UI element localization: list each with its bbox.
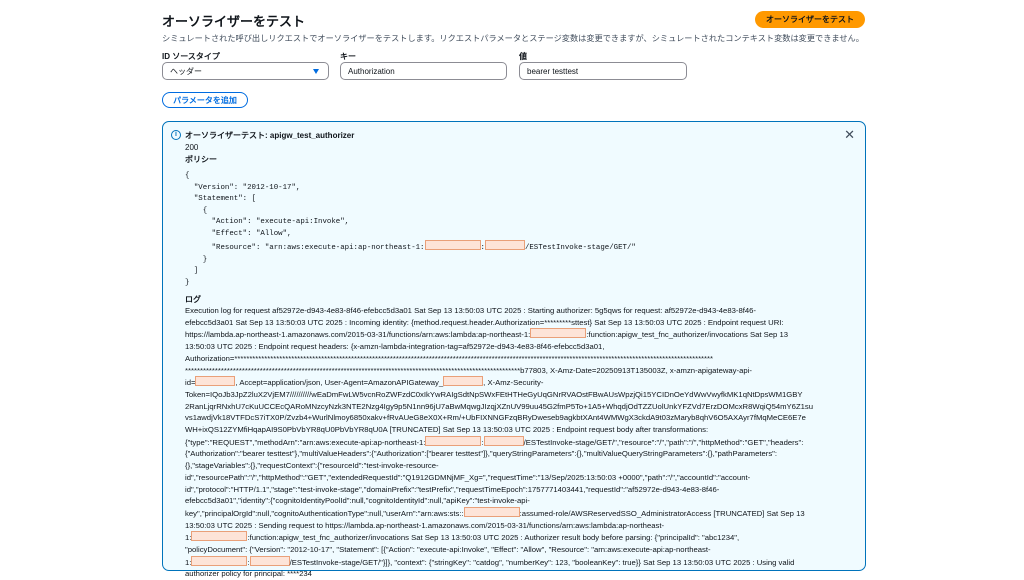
log-line: efebcc5d3a01","identity":{"cognitoIdenti…	[185, 496, 530, 506]
value-input[interactable]: bearer testtest	[519, 62, 687, 80]
page-title: オーソライザーをテスト	[162, 14, 306, 29]
test-result-panel: i オーソライザーテスト: apigw_test_authorizer 200 …	[162, 121, 866, 578]
redacted-block	[425, 435, 482, 446]
redacted-block	[191, 531, 248, 542]
policy-line: {	[185, 206, 208, 215]
test-authorizer-button[interactable]: オーソライザーをテスト	[755, 11, 865, 28]
key-input[interactable]: Authorization	[340, 62, 507, 80]
log-line: vs1awdjVk18VTFDcS7iTX0P/Zvzb4+WurlNlmoy6…	[185, 413, 806, 423]
policy-line: }	[185, 255, 208, 264]
log-line: 13:50:03 UTC 2025 : Endpoint request hea…	[185, 342, 605, 352]
log-line: 1::/ESTestInvoke-stage/GET/"}]}, "contex…	[185, 555, 795, 567]
value-label: 値	[519, 52, 527, 61]
log-line: id","protocol":"HTTP/1.1","stage":"test-…	[185, 484, 720, 494]
info-icon: i	[171, 130, 181, 140]
redacted-block	[443, 376, 484, 387]
log-line: "policyDocument": {"Version": "2012-10-1…	[185, 545, 711, 555]
policy-line: "Version": "2012-10-17",	[185, 183, 301, 192]
policy-line: ]	[185, 267, 199, 275]
execution-log: Execution log for request af52972e-d943-…	[185, 305, 829, 580]
policy-json: { "Version": "2012-10-17", "Statement": …	[185, 172, 636, 287]
log-line: 1::function:apigw_test_fnc_authorizer/in…	[185, 531, 740, 543]
log-line: id=, Accept=application/json, User-Agent…	[185, 376, 544, 388]
log-line: {"type":"REQUEST","methodArn":"arn:aws:e…	[185, 435, 804, 447]
policy-line: "Action": "execute-api:Invoke",	[185, 218, 350, 226]
policy-line: }	[185, 278, 190, 287]
source-type-value: ヘッダー	[170, 66, 202, 76]
log-line: authorizer policy for principal: ****234	[185, 569, 312, 579]
log-line: id","resourcePath":"/","httpMethod":"GET…	[185, 472, 751, 482]
log-line: 2RanLjqrRNxhU7cKuUCCEcQARoMNzcyNzk3NTE2N…	[185, 401, 814, 411]
policy-line: "Statement": [	[185, 195, 256, 203]
result-status-code: 200	[185, 143, 199, 152]
redacted-block	[484, 240, 525, 250]
page-description: シミュレートされた呼び出しリクエストでオーソライザーをテストします。リクエストパ…	[162, 34, 864, 43]
key-label: キー	[340, 52, 356, 61]
policy-line: /ESTestInvoke-stage/GET/"	[524, 244, 636, 252]
source-type-select[interactable]: ヘッダー	[162, 62, 329, 80]
log-line: Execution log for request af52972e-d943-…	[185, 306, 756, 315]
redacted-block	[249, 555, 290, 566]
log-line: https://lambda.ap-northeast-1.amazonaws.…	[185, 328, 788, 340]
log-heading: ログ	[185, 295, 201, 304]
log-line: WH+ixQS12ZYMfiHqapAI9S0PbVbYR8qU0PbVbYR8…	[185, 425, 709, 435]
close-icon[interactable]: ✕	[844, 128, 855, 141]
log-line: ****************************************…	[185, 365, 752, 375]
log-line: {},"stageVariables":{},"requestContext":…	[185, 461, 439, 471]
policy-heading: ポリシー	[185, 155, 217, 164]
log-line: key","principalOrgId":null,"cognitoAuthe…	[185, 506, 805, 518]
log-line: Authorization=**************************…	[185, 353, 714, 363]
source-type-label: ID ソースタイプ	[162, 52, 220, 61]
redacted-block	[195, 376, 236, 387]
result-title: オーソライザーテスト: apigw_test_authorizer	[185, 131, 355, 140]
key-input-value: Authorization	[348, 66, 395, 76]
policy-line: "Resource": "arn:aws:execute-api:ap-nort…	[185, 244, 425, 252]
redacted-block	[483, 435, 524, 446]
redacted-block	[191, 555, 248, 566]
redacted-block	[424, 240, 481, 250]
policy-line: "Effect": "Allow",	[185, 229, 292, 238]
redacted-block	[530, 328, 587, 339]
log-line: efebcc5d3a01 Sat Sep 13 13:50:03 UTC 202…	[185, 317, 784, 327]
redacted-block	[463, 506, 520, 517]
log-line: 13:50:03 UTC 2025 : Sending request to h…	[185, 520, 665, 530]
log-line: Token=IQoJb3JpZ2luX2VjEM7//////////wEaDm…	[185, 389, 803, 399]
add-parameter-button[interactable]: パラメータを追加	[162, 92, 248, 108]
policy-line: {	[185, 172, 190, 180]
value-input-value: bearer testtest	[527, 66, 579, 76]
log-line: {"Authorization":"bearer testtest"},"mul…	[185, 449, 778, 459]
caret-down-icon	[313, 69, 319, 74]
